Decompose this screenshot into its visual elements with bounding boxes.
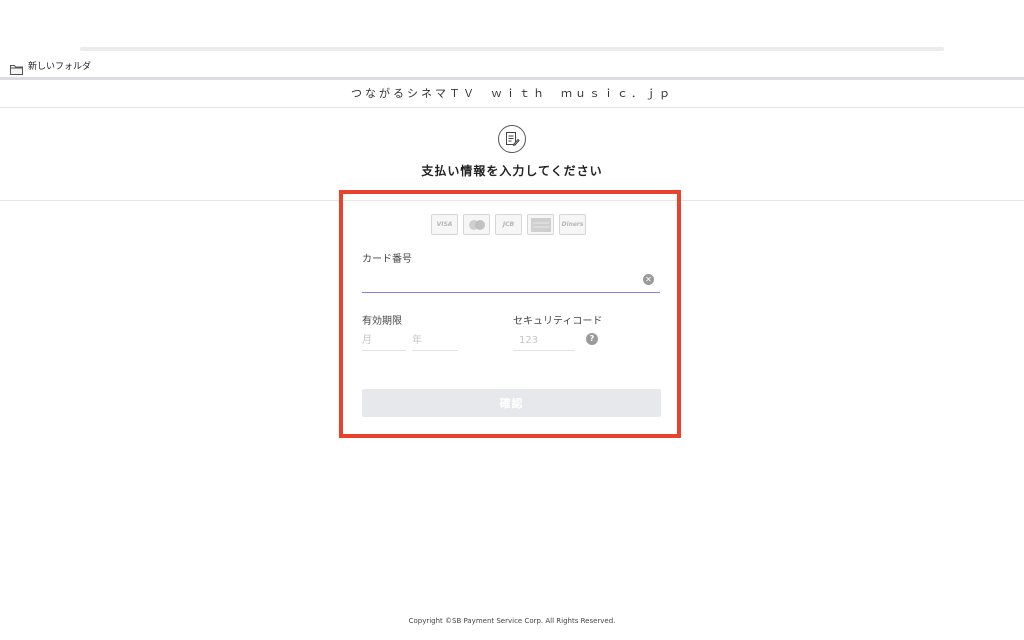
folder-icon <box>10 60 23 75</box>
browser-toolbar: 新しいフォルダ <box>0 0 1024 80</box>
security-code-input[interactable] <box>513 331 575 351</box>
footer-copyright: Copyright ©SB Payment Service Corp. All … <box>408 617 616 625</box>
mastercard-logo <box>463 214 490 235</box>
security-code-label: セキュリティコード <box>513 316 603 327</box>
clear-icon[interactable]: ✕ <box>643 274 654 285</box>
diners-logo: Diners <box>559 214 586 235</box>
amex-logo <box>527 214 554 235</box>
page-hero: 支払い情報を入力してください <box>0 108 1024 201</box>
card-number-label: カード番号 <box>362 254 412 265</box>
expiry-label: 有効期限 <box>362 316 402 327</box>
address-bar[interactable] <box>80 47 944 51</box>
expiry-month-input[interactable] <box>362 331 406 351</box>
site-header: つながるシネマＴＶ ｗｉｔｈ ｍｕｓｉｃ．ｊｐ <box>0 80 1024 108</box>
visa-logo: VISA <box>431 214 458 235</box>
site-title: つながるシネマＴＶ ｗｉｔｈ ｍｕｓｉｃ．ｊｐ <box>351 87 673 100</box>
card-number-input[interactable] <box>362 271 660 293</box>
bookmark-label: 新しいフォルダ <box>28 62 92 72</box>
page-title: 支払い情報を入力してください <box>421 164 603 178</box>
jcb-logo: JCB <box>495 214 522 235</box>
document-edit-icon <box>498 125 526 153</box>
help-icon[interactable]: ? <box>586 333 598 345</box>
expiry-year-input[interactable] <box>412 331 458 351</box>
bookmark-folder[interactable]: 新しいフォルダ <box>10 59 92 75</box>
confirm-button[interactable]: 確認 <box>362 389 661 417</box>
bookmark-bar: 新しいフォルダ <box>0 57 1024 77</box>
card-brand-logos: VISA JCB Diners <box>431 214 586 235</box>
